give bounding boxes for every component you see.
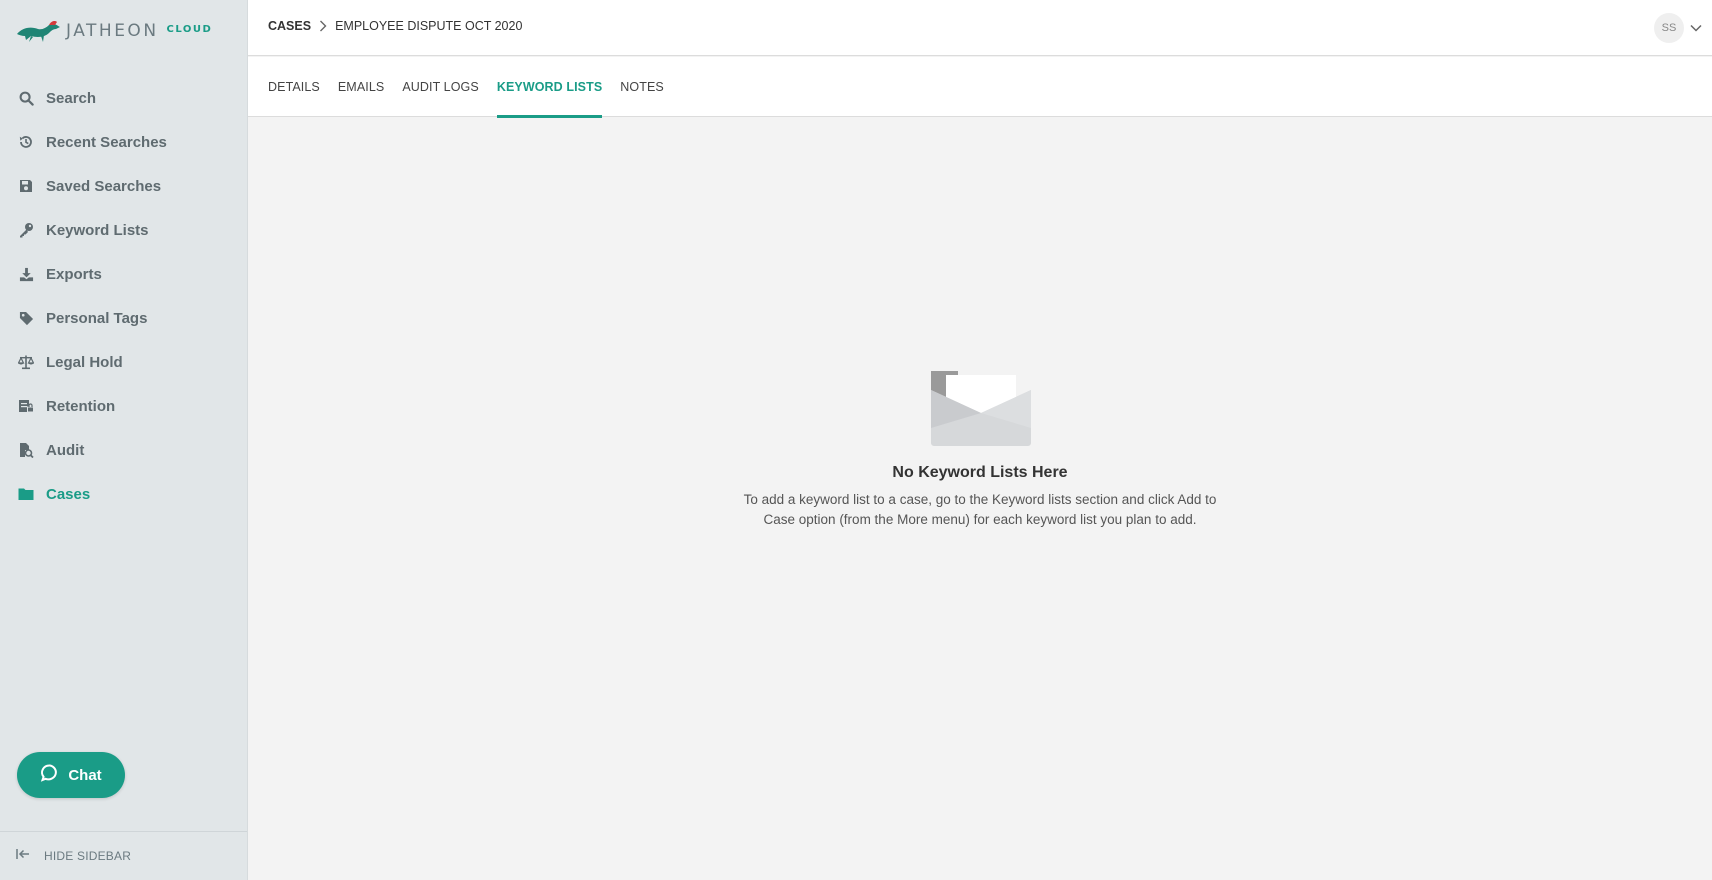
folder-icon [18,486,34,502]
open-envelope-icon [930,370,1032,451]
user-menu[interactable]: SS [1654,13,1702,43]
sidebar-item-exports[interactable]: Exports [0,252,247,296]
search-icon [18,90,34,106]
floppy-disk-icon [18,178,34,194]
sidebar: JATHEON CLOUD Search Recent Searches Sav… [0,0,248,880]
sidebar-item-label: Recent Searches [46,133,167,151]
chevron-down-icon [1690,24,1702,32]
hide-sidebar-button[interactable]: HIDE SIDEBAR [0,831,247,880]
case-tabs: DETAILS EMAILS AUDIT LOGS KEYWORD LISTS … [248,57,1712,118]
sidebar-item-recent-searches[interactable]: Recent Searches [0,120,247,164]
sidebar-item-cases[interactable]: Cases [0,472,247,516]
history-icon [18,134,34,150]
top-bar: CASES EMPLOYEE DISPUTE OCT 2020 SS [248,0,1712,56]
sidebar-item-personal-tags[interactable]: Personal Tags [0,296,247,340]
tab-audit-logs[interactable]: AUDIT LOGS [402,57,478,117]
key-icon [18,222,34,238]
empty-state-description: To add a keyword list to a case, go to t… [743,492,1217,527]
sidebar-item-retention[interactable]: Retention [0,384,247,428]
sidebar-item-label: Search [46,89,97,107]
sidebar-item-label: Audit [46,441,85,459]
sidebar-item-saved-searches[interactable]: Saved Searches [0,164,247,208]
sidebar-item-label: Exports [46,265,102,283]
sidebar-item-legal-hold[interactable]: Legal Hold [0,340,247,384]
brand-name: JATHEON [66,21,159,41]
tab-details[interactable]: DETAILS [268,57,320,117]
retention-icon [18,398,34,414]
chat-bubble-icon [40,763,60,788]
sidebar-item-audit[interactable]: Audit [0,428,247,472]
sidebar-item-label: Saved Searches [46,177,162,195]
sidebar-item-label: Personal Tags [46,309,148,327]
chat-label: Chat [68,766,102,784]
sidebar-nav: Search Recent Searches Saved Searches Ke… [0,76,247,516]
tab-emails[interactable]: EMAILS [338,57,384,117]
tab-keyword-lists[interactable]: KEYWORD LISTS [496,57,603,118]
download-icon [18,266,34,282]
balance-scale-icon [18,354,34,370]
sidebar-item-label: Cases [46,485,91,503]
tag-icon [18,310,34,326]
lizard-logo-icon [17,21,60,42]
jatheon-logo[interactable]: JATHEON CLOUD [16,16,212,46]
audit-document-icon [18,442,34,458]
avatar: SS [1654,13,1684,43]
breadcrumb-current: EMPLOYEE DISPUTE OCT 2020 [335,19,523,33]
breadcrumb: CASES EMPLOYEE DISPUTE OCT 2020 [268,19,522,33]
chat-button[interactable]: Chat [17,752,125,798]
chevron-right-icon [319,20,327,32]
breadcrumb-cases-link[interactable]: CASES [268,19,311,33]
sidebar-item-search[interactable]: Search [0,76,247,120]
tab-notes[interactable]: NOTES [620,57,664,117]
empty-state-title: No Keyword Lists Here [892,464,1068,481]
sidebar-item-label: Keyword Lists [46,221,149,239]
sidebar-item-label: Retention [46,397,116,415]
hide-sidebar-label: HIDE SIDEBAR [44,849,132,863]
empty-state: No Keyword Lists Here To add a keyword l… [248,118,1712,880]
collapse-left-icon [16,847,30,865]
sidebar-item-keyword-lists[interactable]: Keyword Lists [0,208,247,252]
sidebar-item-label: Legal Hold [46,353,123,371]
brand-suffix: CLOUD [166,23,213,35]
